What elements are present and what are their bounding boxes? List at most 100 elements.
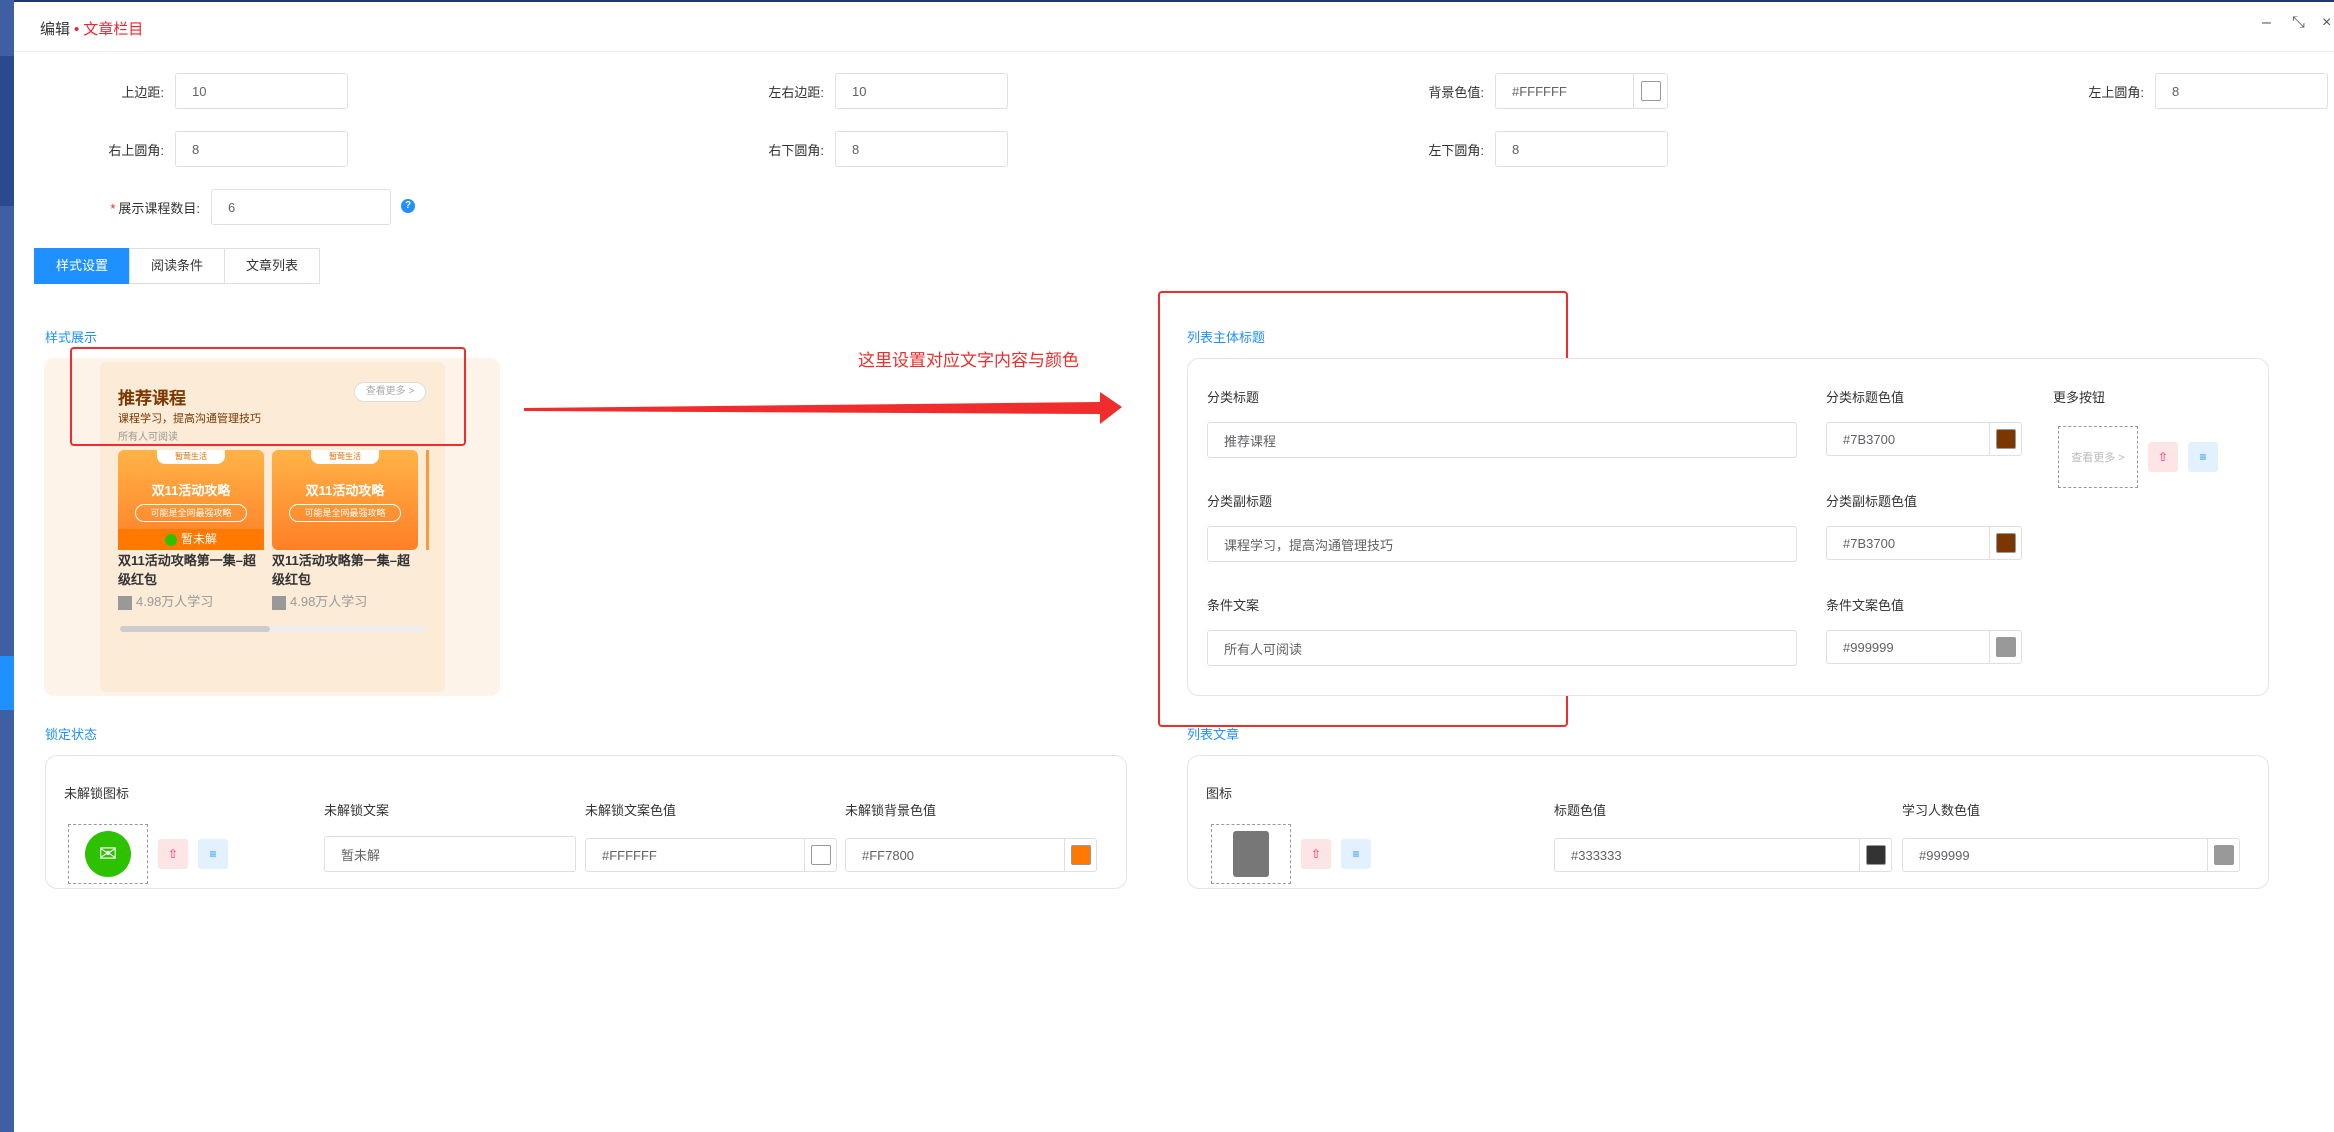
wechat-icon: ✉ [85,831,131,877]
condition-color-field[interactable]: #999999 [1826,630,2022,664]
bg-color-field[interactable]: #FFFFFF [1495,73,1668,109]
upload-icon[interactable]: ⇧ [158,839,188,869]
bg-color-swatch [1640,81,1661,101]
cat-title-color-label: 分类标题色值 [1826,390,1905,405]
lock-text-color-field[interactable]: #FFFFFF [585,838,837,872]
lock-text-color-label: 未解锁文案色值 [585,803,677,818]
learners-color-field[interactable]: #999999 [1902,838,2240,872]
lock-icon-upload[interactable]: ✉ [68,824,148,884]
cat-title-color-field[interactable]: #7B3700 [1826,422,2022,456]
condition-color-swatch [1995,637,2016,657]
list-icon[interactable]: ≡ [198,839,228,869]
tab-style-settings[interactable]: 样式设置 [34,248,131,284]
lock-text-input[interactable]: 暂未解 [324,836,576,872]
list-icon[interactable]: ≡ [2188,442,2218,472]
lock-text-color-swatch [810,845,831,865]
preview-item-headline: 双11活动攻略 [151,483,231,498]
cat-subtitle-color-label: 分类副标题色值 [1826,494,1918,509]
settings-tabs: 样式设置 阅读条件 文章列表 [34,248,321,284]
cat-subtitle-color-value: #7B3700 [1843,535,1896,551]
condition-color-value: #999999 [1843,639,1894,655]
lr-margin-input[interactable]: 10 [835,73,1008,109]
tr-radius-input[interactable]: 8 [175,131,348,167]
lock-icon-label: 未解锁图标 [64,786,130,801]
tab-read-conditions[interactable]: 阅读条件 [129,248,226,284]
tl-radius-input[interactable]: 8 [2155,73,2328,109]
list-icon[interactable]: ≡ [1341,839,1371,869]
annotation-arrow [524,392,1122,424]
lock-text-label: 未解锁文案 [324,803,390,818]
condition-color-label: 条件文案色值 [1826,598,1905,613]
course-count-input[interactable]: 6 [211,189,391,225]
condition-input[interactable]: 所有人可阅读 [1207,630,1797,666]
upload-icon[interactable]: ⇧ [2148,442,2178,472]
cat-subtitle-label: 分类副标题 [1207,494,1273,509]
cat-subtitle-color-field[interactable]: #7B3700 [1826,526,2022,560]
learners-color-label: 学习人数色值 [1902,803,1981,818]
preview-item-edge [426,450,429,550]
lock-text-color-value: #FFFFFF [602,847,657,863]
lock-bg-color-picker[interactable] [1064,839,1096,871]
learners-color-swatch [2213,845,2234,865]
book-icon [272,595,286,610]
dialog-header [14,2,2334,52]
annotation-text: 这里设置对应文字内容与颜色 [858,351,1079,370]
list-article-section-title: 列表文章 [1187,727,1240,742]
learners-color-value: #999999 [1919,847,1970,863]
preview-item-name: 双11活动攻略第一集–超级红包 [118,553,256,587]
top-margin-input[interactable]: 10 [175,73,348,109]
preview-scrollbar-thumb[interactable] [120,626,270,632]
article-title-color-field[interactable]: #333333 [1554,838,1892,872]
preview-item-tag: 暂莺生活 [157,450,225,464]
br-radius-label: 右下圆角: [768,143,824,158]
top-margin-label: 上边距: [121,85,164,100]
bg-color-value: #FFFFFF [1512,83,1567,99]
article-title-color-swatch [1865,845,1886,865]
restore-icon[interactable]: ⤡ [2292,14,2305,32]
course-count-label: * 展示课程数目: [60,198,200,217]
condition-color-picker[interactable] [1989,631,2021,663]
article-title-color-value: #333333 [1571,847,1622,863]
minimize-icon[interactable]: – [2262,14,2271,32]
more-button-preview[interactable]: 查看更多 > [2058,426,2138,488]
br-radius-input[interactable]: 8 [835,131,1008,167]
cat-title-color-swatch [1995,429,2016,449]
bl-radius-label: 左下圆角: [1428,143,1484,158]
annotation-box-preview [70,347,466,446]
lock-section-title: 锁定状态 [45,727,98,742]
preview-item-learners: 4.98万人学习 [118,591,213,610]
cat-subtitle-color-picker[interactable] [1989,527,2021,559]
cat-title-input[interactable]: 推荐课程 [1207,422,1797,458]
cat-title-label: 分类标题 [1207,390,1260,405]
dialog-title: 编辑 • 文章栏目 [40,18,143,39]
learners-color-picker[interactable] [2207,839,2239,871]
close-icon[interactable]: × [2322,14,2331,32]
book-icon [118,595,132,610]
lock-text-color-picker[interactable] [804,839,836,871]
preview-item-learners: 4.98万人学习 [272,591,367,610]
cat-subtitle-input[interactable]: 课程学习，提高沟通管理技巧 [1207,526,1797,562]
help-icon[interactable]: ? [401,199,415,213]
preview-item-name: 双11活动攻略第一集–超级红包 [272,553,410,587]
article-icon-upload[interactable] [1211,824,1291,884]
lock-bg-color-field[interactable]: #FF7800 [845,838,1097,872]
dialog-title-prefix: 编辑 [40,21,71,38]
cat-title-color-picker[interactable] [1989,423,2021,455]
preview-lock-badge: 暂未解 [118,529,264,550]
more-button-label: 更多按钮 [2053,390,2106,405]
tab-article-list[interactable]: 文章列表 [224,248,321,284]
preview-item-pill: 可能是全网最强攻略 [135,504,247,522]
condition-label: 条件文案 [1207,598,1260,613]
tr-radius-label: 右上圆角: [108,143,164,158]
bg-color-picker[interactable] [1633,74,1667,108]
book-icon [1233,831,1269,877]
upload-icon[interactable]: ⇧ [1301,839,1331,869]
preview-learners-text: 4.98万人学习 [290,594,368,609]
preview-item-headline: 双11活动攻略 [305,483,385,498]
dialog-title-dot: • [74,21,80,38]
bg-color-label: 背景色值: [1428,85,1484,100]
article-title-color-picker[interactable] [1859,839,1891,871]
lr-margin-label: 左右边距: [768,85,824,100]
bl-radius-input[interactable]: 8 [1495,131,1668,167]
course-count-label-text: 展示课程数目: [118,201,200,216]
